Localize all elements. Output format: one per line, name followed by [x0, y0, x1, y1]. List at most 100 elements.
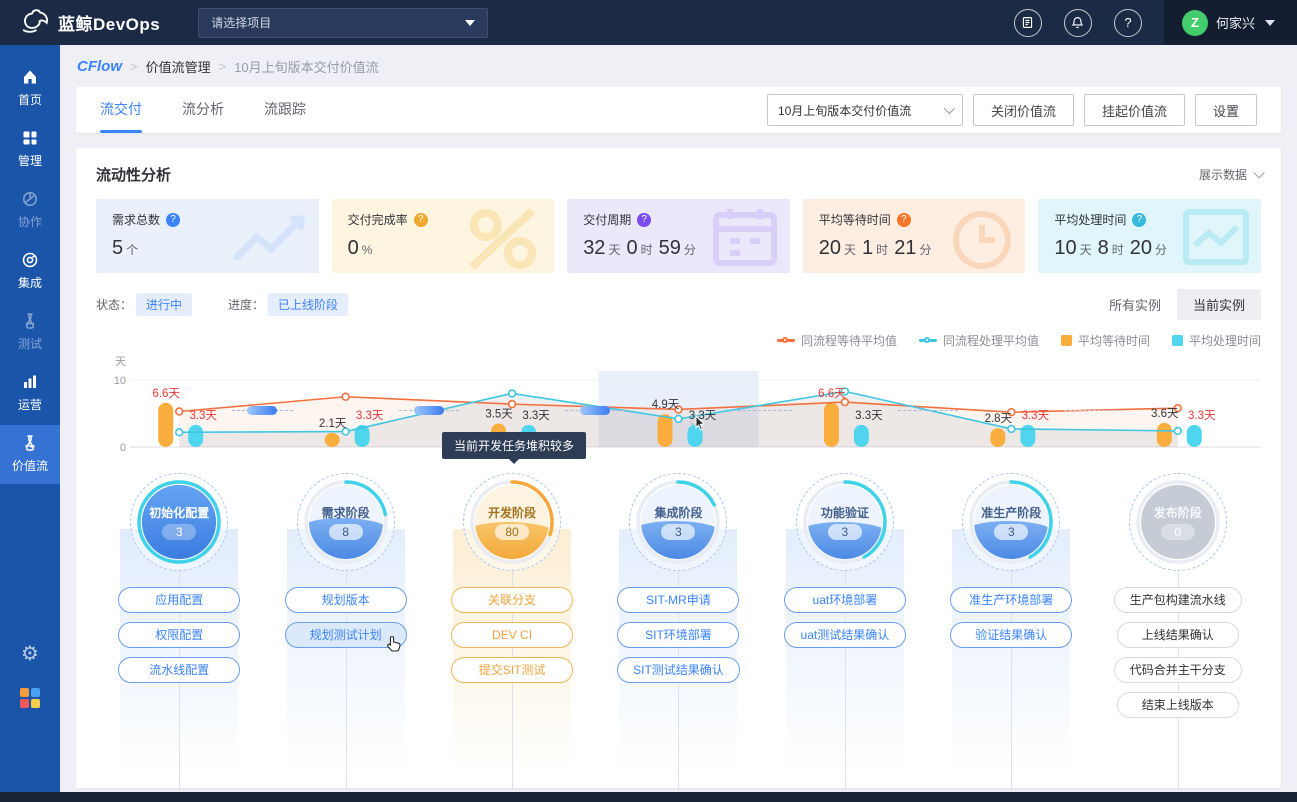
stat-value: 5个: [112, 237, 303, 260]
stage-circle-6[interactable]: 发布阶段0: [1129, 473, 1227, 571]
apps-launcher-icon[interactable]: [20, 688, 40, 708]
sidebar-nav: 首页管理协作集成测试运营价值流 ⚙: [0, 45, 60, 792]
task-pill-5-0[interactable]: 准生产环境部署: [950, 587, 1072, 613]
status-filter-value[interactable]: 进行中: [136, 293, 192, 316]
stage-connector-3: [732, 410, 792, 411]
user-menu[interactable]: Z 何家兴: [1164, 0, 1297, 45]
notice-icon[interactable]: [1014, 9, 1042, 37]
task-pill-3-2[interactable]: SIT测试结果确认: [617, 657, 740, 683]
flow-capsule-icon: [414, 406, 444, 415]
toolbar-button-1[interactable]: 挂起价值流: [1084, 94, 1185, 126]
task-pill-6-1[interactable]: 上线结果确认: [1117, 622, 1239, 648]
show-data-toggle[interactable]: 展示数据: [1199, 166, 1261, 183]
tab-2[interactable]: 流跟踪: [264, 87, 306, 133]
stage-tasks: 准生产环境部署验证结果确认: [928, 587, 1094, 792]
sidebar-item-label: 首页: [18, 91, 42, 108]
task-pill-0-2[interactable]: 流水线配置: [118, 657, 240, 683]
settings-icon[interactable]: ⚙: [21, 644, 39, 664]
stat-card-1: 交付完成率?0%: [332, 199, 555, 273]
legend-item-2[interactable]: 平均等待时间: [1061, 332, 1150, 349]
legend-item-0[interactable]: 同流程等待平均值: [777, 332, 897, 349]
sidebar-item-collab[interactable]: 协作: [0, 181, 60, 240]
help-icon[interactable]: ?: [637, 213, 651, 227]
task-pill-2-2[interactable]: 提交SIT测试: [451, 657, 573, 683]
stage-column-3: 集成阶段3 SIT-MR申请 SIT环境部署 SIT测试结果确认: [595, 473, 761, 792]
stat-label: 交付周期: [583, 211, 631, 228]
task-pill-4-1[interactable]: uat测试结果确认: [784, 622, 906, 648]
task-pill-0-0[interactable]: 应用配置: [118, 587, 240, 613]
task-pill-2-0[interactable]: 关联分支: [451, 587, 573, 613]
sidebar-item-label: 测试: [18, 335, 42, 352]
task-pill-1-1[interactable]: 规划测试计划: [285, 622, 407, 648]
task-pill-5-1[interactable]: 验证结果确认: [950, 622, 1072, 648]
breadcrumb-item[interactable]: 价值流管理: [146, 57, 211, 76]
stage-column-0: 初始化配置3 应用配置权限配置流水线配置: [96, 473, 262, 792]
help-icon[interactable]: ?: [897, 213, 911, 227]
task-pill-6-3[interactable]: 结束上线版本: [1117, 692, 1239, 718]
stat-value: 10天8时20分: [1054, 237, 1245, 260]
stage-circle-3[interactable]: 集成阶段3: [629, 473, 727, 571]
task-pill-0-1[interactable]: 权限配置: [118, 622, 240, 648]
help-icon[interactable]: ?: [1114, 9, 1142, 37]
task-pill-1-0[interactable]: 规划版本: [285, 587, 407, 613]
stat-label: 平均等待时间: [819, 211, 891, 228]
collab-icon: [21, 190, 39, 208]
project-select[interactable]: 请选择项目: [198, 8, 488, 38]
stage-column-2: 开发阶段80 关联分支 DEV CI 提交SIT测试: [429, 473, 595, 792]
chevron-down-icon: [944, 103, 955, 114]
stage-column-4: 功能验证3 uat环境部署 uat测试结果确认: [762, 473, 928, 792]
sidebar-item-test[interactable]: 测试: [0, 303, 60, 362]
sidebar-item-integrate[interactable]: 集成: [0, 242, 60, 301]
stage-circle-0[interactable]: 初始化配置3: [130, 473, 228, 571]
stage-name: 初始化配置: [149, 504, 209, 521]
top-navbar: 蓝鲸DevOps 请选择项目 ? Z 何家兴: [0, 0, 1297, 45]
svg-text:6.6天: 6.6天: [818, 388, 846, 400]
task-pill-3-0[interactable]: SIT-MR申请: [617, 587, 739, 613]
task-pill-4-0[interactable]: uat环境部署: [784, 587, 906, 613]
task-pill-6-0[interactable]: 生产包构建流水线: [1114, 587, 1242, 613]
breadcrumb-app-logo[interactable]: CFlow: [77, 58, 122, 75]
stage-circle-2[interactable]: 开发阶段80: [463, 473, 561, 571]
svg-text:3.3天: 3.3天: [189, 410, 217, 422]
svg-text:2.8天: 2.8天: [985, 413, 1013, 425]
task-pill-3-1[interactable]: SIT环境部署: [617, 622, 739, 648]
task-pill-2-1[interactable]: DEV CI: [451, 622, 573, 648]
stage-circle-1[interactable]: 需求阶段8: [297, 473, 395, 571]
toolbar-button-2[interactable]: 设置: [1195, 94, 1257, 126]
tab-1[interactable]: 流分析: [182, 87, 224, 133]
svg-text:3.3天: 3.3天: [1022, 410, 1050, 422]
tab-0[interactable]: 流交付: [100, 87, 142, 133]
stage-circle-4[interactable]: 功能验证3: [796, 473, 894, 571]
progress-filter-value[interactable]: 已上线阶段: [268, 293, 348, 316]
toolbar-button-0[interactable]: 关闭价值流: [973, 94, 1074, 126]
legend-item-3[interactable]: 平均处理时间: [1172, 332, 1261, 349]
help-icon[interactable]: ?: [414, 213, 428, 227]
sidebar-item-home[interactable]: 首页: [0, 59, 60, 118]
bell-icon[interactable]: [1064, 9, 1092, 37]
stage-name: 集成阶段: [654, 504, 702, 521]
filter-row: 状态： 进行中 进度： 已上线阶段 所有实例当前实例: [96, 289, 1261, 320]
svg-text:10: 10: [114, 375, 126, 387]
stat-card-3: 平均等待时间?20天1时21分: [803, 199, 1026, 273]
task-pill-6-2[interactable]: 代码合并主干分支: [1114, 657, 1242, 683]
app-logo[interactable]: 蓝鲸DevOps: [0, 5, 180, 40]
sidebar-item-ops[interactable]: 运营: [0, 364, 60, 423]
stage-circle-5[interactable]: 准生产阶段3: [962, 473, 1060, 571]
bottom-window-edge: [0, 792, 1297, 802]
instance-toggle-option-1[interactable]: 当前实例: [1177, 289, 1261, 320]
help-icon[interactable]: ?: [166, 213, 180, 227]
stage-connector-2: [565, 410, 625, 411]
legend-square-swatch: [1172, 335, 1183, 346]
stage-name: 开发阶段: [488, 504, 536, 521]
help-icon[interactable]: ?: [1132, 213, 1146, 227]
svg-text:天: 天: [115, 356, 126, 368]
legend-item-1[interactable]: 同流程处理平均值: [919, 332, 1039, 349]
value-stream-select[interactable]: 10月上旬版本交付价值流: [767, 94, 963, 126]
sidebar-item-manage[interactable]: 管理: [0, 120, 60, 179]
panel-title: 流动性分析: [96, 164, 171, 185]
sidebar-item-value-stream[interactable]: 价值流: [0, 425, 60, 484]
stat-cards-row: 需求总数?5个交付完成率?0%交付周期?32天0时59分平均等待时间?20天1时…: [96, 199, 1261, 273]
stat-card-0: 需求总数?5个: [96, 199, 319, 273]
instance-toggle-option-0[interactable]: 所有实例: [1093, 289, 1177, 320]
stage-count: 8: [329, 524, 363, 540]
